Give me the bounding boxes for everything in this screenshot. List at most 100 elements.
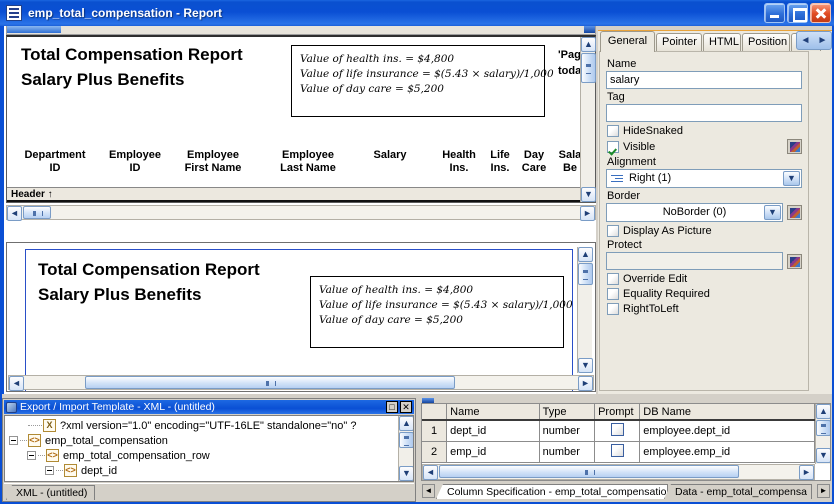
tree-item[interactable]: <> emp_total_compensation_row — [5, 448, 398, 463]
tab-xml-untitled[interactable]: XML - (untitled) — [6, 485, 96, 500]
cell-type[interactable]: number — [539, 420, 596, 442]
protect-field[interactable] — [606, 252, 783, 270]
scroll-down-arrow[interactable]: ▼ — [578, 358, 593, 373]
cell-prompt[interactable] — [594, 420, 641, 442]
col-header-rownum[interactable] — [422, 404, 448, 421]
scroll-thumb[interactable] — [399, 432, 413, 448]
equality-required-row[interactable]: Equality Required — [607, 288, 802, 300]
scroll-left-arrow[interactable]: ◄ — [423, 465, 438, 480]
scroll-up-arrow[interactable]: ▲ — [581, 37, 596, 52]
right-to-left-row[interactable]: RightToLeft — [607, 303, 802, 315]
protect-expression-button[interactable] — [787, 253, 802, 269]
maximize-button[interactable] — [787, 3, 808, 23]
scroll-thumb[interactable] — [578, 263, 593, 285]
scroll-down-arrow[interactable]: ▼ — [581, 187, 596, 202]
tab-data[interactable]: Data - emp_total_compensa — [664, 484, 812, 499]
grid-vertical-scrollbar[interactable]: ▲ ▼ — [815, 404, 830, 464]
grid-horizontal-scrollbar[interactable]: ◄ ► — [422, 464, 815, 480]
preview-horizontal-scrollbar[interactable]: ◄ ► — [8, 375, 594, 391]
tab-html[interactable]: HTML — [703, 33, 741, 51]
hide-snaked-row[interactable]: HideSnaked — [607, 125, 802, 137]
chevron-down-icon[interactable]: ▼ — [764, 205, 781, 220]
preview-vertical-scrollbar[interactable]: ▲ ▼ — [577, 247, 593, 373]
close-button[interactable] — [810, 3, 831, 23]
header-band-bar[interactable]: Header ↑ — [7, 187, 580, 202]
minimize-button[interactable] — [764, 3, 785, 23]
name-field[interactable]: salary — [606, 71, 802, 89]
scroll-up-arrow[interactable]: ▲ — [399, 416, 413, 431]
collapse-icon[interactable] — [9, 436, 18, 445]
prompt-checkbox[interactable] — [610, 422, 624, 436]
scroll-thumb[interactable] — [816, 420, 830, 436]
scroll-up-arrow[interactable]: ▲ — [816, 404, 830, 419]
table-row[interactable]: 1 dept_id number employee.dept_id — [422, 420, 815, 442]
display-as-picture-row[interactable]: Display As Picture — [607, 225, 802, 237]
cell-dbname[interactable]: employee.emp_id — [639, 441, 815, 463]
xml-maximize-button[interactable]: □ — [386, 401, 398, 413]
tab-nav-prev-icon[interactable]: ◄ — [797, 32, 814, 49]
tab-scroll-prev-button[interactable]: ◄ — [422, 484, 435, 498]
cell-name[interactable]: dept_id — [446, 420, 540, 442]
xml-vertical-scrollbar[interactable]: ▲ ▼ — [398, 416, 413, 481]
tab-column-specification[interactable]: Column Specification - emp_total_compens… — [436, 484, 668, 499]
cell-prompt[interactable] — [594, 441, 641, 463]
border-expression-button[interactable] — [787, 205, 802, 220]
border-select[interactable]: NoBorder (0) ▼ — [606, 203, 783, 222]
tag-field[interactable] — [606, 104, 802, 122]
tab-scroll-next-button[interactable]: ► — [817, 484, 830, 498]
tab-nav-buttons[interactable]: ◄ ► — [796, 31, 832, 50]
report-design-area: Total Compensation Report Salary Plus Be… — [2, 26, 596, 394]
collapse-icon[interactable] — [27, 451, 36, 460]
visible-expression-button[interactable] — [787, 138, 802, 154]
prompt-checkbox[interactable] — [610, 443, 624, 457]
visible-checkbox[interactable] — [607, 141, 619, 153]
tree-item[interactable]: <> dept_id — [5, 463, 398, 478]
scroll-down-arrow[interactable]: ▼ — [399, 466, 413, 481]
report-design-canvas[interactable]: Total Compensation Report Salary Plus Be… — [7, 37, 580, 202]
scroll-thumb[interactable] — [85, 376, 455, 389]
display-as-picture-checkbox[interactable] — [607, 225, 619, 237]
hide-snaked-checkbox[interactable] — [607, 125, 619, 137]
col-header-name[interactable]: Name — [446, 404, 540, 421]
cell-name[interactable]: emp_id — [446, 441, 540, 463]
tab-pointer[interactable]: Pointer — [656, 33, 702, 51]
scroll-left-arrow[interactable]: ◄ — [9, 376, 24, 391]
equality-required-checkbox[interactable] — [607, 288, 619, 300]
col-header-type[interactable]: Type — [539, 404, 596, 421]
name-label: Name — [607, 58, 637, 70]
right-to-left-checkbox[interactable] — [607, 303, 619, 315]
cell-type[interactable]: number — [539, 441, 596, 463]
scroll-down-arrow[interactable]: ▼ — [816, 448, 830, 463]
report-preview-page[interactable]: Total Compensation Report Salary Plus Be… — [25, 249, 573, 391]
column-specification-grid[interactable]: Name Type Prompt DB Name 1 dept_id numbe… — [421, 403, 831, 481]
scroll-right-arrow[interactable]: ► — [578, 376, 593, 391]
override-edit-checkbox[interactable] — [607, 273, 619, 285]
col-header-dbname[interactable]: DB Name — [639, 404, 815, 421]
formula-note-box[interactable]: Value of health ins. = $4,800 Value of l… — [291, 45, 554, 117]
chevron-down-icon[interactable]: ▼ — [783, 171, 800, 186]
scroll-thumb[interactable] — [23, 206, 51, 219]
scroll-left-arrow[interactable]: ◄ — [7, 206, 22, 221]
tab-general[interactable]: General — [600, 31, 655, 52]
table-row[interactable]: 2 emp_id number employee.emp_id — [422, 441, 815, 463]
tree-item[interactable]: X ?xml version="1.0" encoding="UTF-16LE"… — [5, 418, 398, 433]
collapse-icon[interactable] — [45, 466, 54, 475]
cell-dbname[interactable]: employee.dept_id — [639, 420, 815, 442]
design-vertical-scrollbar[interactable]: ▲ ▼ — [580, 37, 596, 202]
xml-tree-view[interactable]: X ?xml version="1.0" encoding="UTF-16LE"… — [4, 415, 414, 482]
scroll-right-arrow[interactable]: ► — [580, 206, 595, 221]
tab-nav-next-icon[interactable]: ► — [814, 32, 831, 49]
alignment-select[interactable]: Right (1) ▼ — [606, 169, 802, 188]
scroll-thumb[interactable] — [581, 53, 596, 83]
tree-item[interactable]: <> emp_total_compensation — [5, 433, 398, 448]
pane-splitter[interactable] — [6, 222, 596, 240]
override-edit-row[interactable]: Override Edit — [607, 273, 802, 285]
tab-position[interactable]: Position — [742, 33, 790, 51]
scroll-up-arrow[interactable]: ▲ — [578, 247, 593, 262]
visible-checkbox-row[interactable]: Visible — [607, 141, 655, 153]
scroll-right-arrow[interactable]: ► — [799, 465, 814, 480]
scroll-thumb[interactable] — [439, 465, 739, 478]
design-horizontal-scrollbar[interactable]: ◄ ► — [6, 205, 596, 221]
col-header-prompt[interactable]: Prompt — [594, 404, 641, 421]
xml-close-button[interactable]: ✕ — [400, 401, 412, 413]
